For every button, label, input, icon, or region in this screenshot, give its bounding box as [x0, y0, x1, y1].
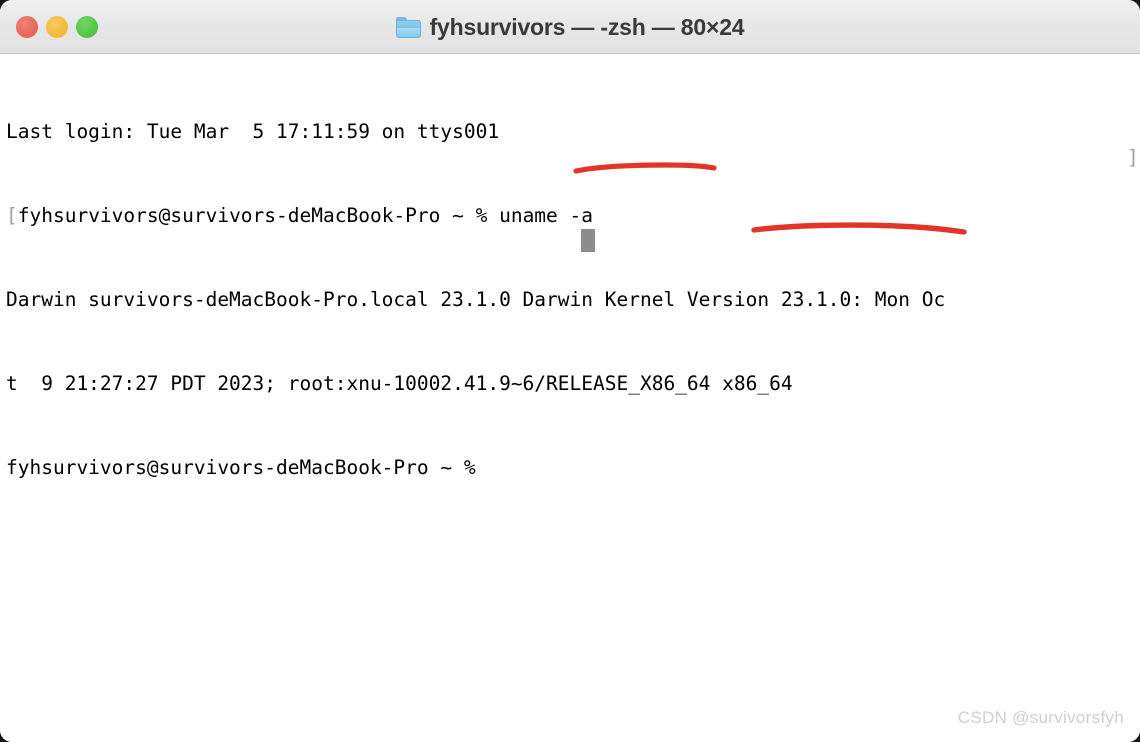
terminal-window: fyhsurvivors — -zsh — 80×24 Last login: … [0, 0, 1140, 742]
watermark-text: CSDN @survivorsfyh [957, 708, 1124, 727]
terminal-line-command: [fyhsurvivors@survivors-deMacBook-Pro ~ … [6, 202, 945, 230]
bracket-close: ] [1127, 146, 1139, 169]
terminal-output: Last login: Tue Mar 5 17:11:59 on ttys00… [6, 62, 945, 538]
terminal-line-last-login: Last login: Tue Mar 5 17:11:59 on ttys00… [6, 120, 500, 143]
terminal-line-prompt: fyhsurvivors@survivors-deMacBook-Pro ~ % [6, 456, 488, 479]
close-button[interactable] [16, 16, 38, 38]
window-title: fyhsurvivors — -zsh — 80×24 [429, 13, 745, 40]
terminal-screen[interactable]: Last login: Tue Mar 5 17:11:59 on ttys00… [0, 54, 1140, 742]
window-controls [16, 16, 98, 38]
folder-icon [395, 16, 421, 38]
window-title-group: fyhsurvivors — -zsh — 80×24 [0, 0, 1140, 54]
minimize-button[interactable] [46, 16, 68, 38]
terminal-line-command-text: fyhsurvivors@survivors-deMacBook-Pro ~ %… [17, 204, 594, 227]
window-titlebar[interactable]: fyhsurvivors — -zsh — 80×24 [0, 0, 1140, 54]
bracket-open: [ [6, 204, 18, 227]
zoom-button[interactable] [76, 16, 98, 38]
terminal-line-uname-1: Darwin survivors-deMacBook-Pro.local 23.… [6, 288, 946, 311]
terminal-line-uname-2: t 9 21:27:27 PDT 2023; root:xnu-10002.41… [6, 372, 793, 395]
terminal-cursor [581, 229, 595, 252]
desktop-backdrop: fyhsurvivors — -zsh — 80×24 Last login: … [0, 0, 1140, 742]
